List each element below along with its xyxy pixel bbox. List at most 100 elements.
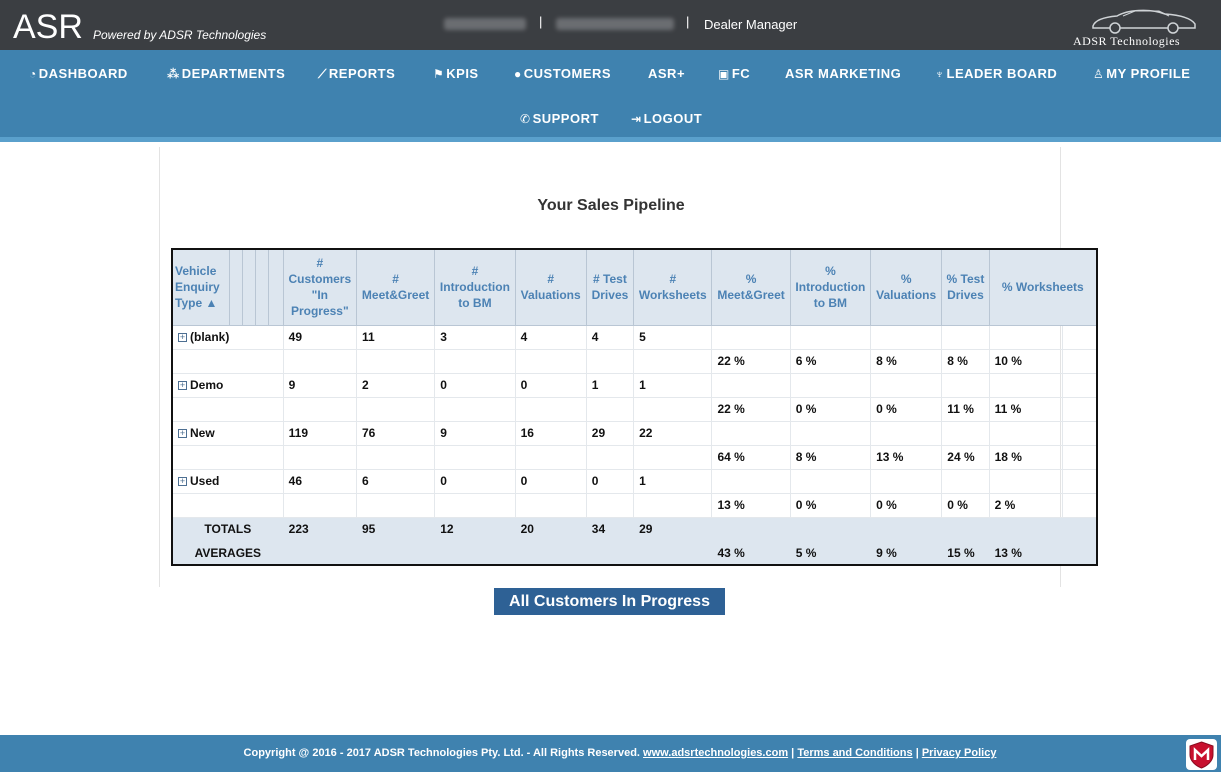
- empty-header: [228, 248, 243, 326]
- empty-cell: [171, 348, 284, 374]
- col-header[interactable]: # Test Drives: [585, 248, 635, 326]
- nav-leader-board-label: LEADER BOARD: [946, 66, 1058, 81]
- col-header[interactable]: % Meet&Greet: [711, 248, 791, 326]
- empty-cell: [171, 492, 284, 518]
- nav-reports-label: REPORTS: [328, 66, 396, 81]
- nav-asr-marketing-label: ASR MARKETING: [785, 66, 902, 81]
- col-header[interactable]: # Meet&Greet: [355, 248, 436, 326]
- col-header[interactable]: % Valuations: [870, 248, 943, 326]
- mcafee-shield-icon[interactable]: [1186, 739, 1217, 770]
- nav-my-profile[interactable]: ♙ MY PROFILE: [1093, 66, 1190, 81]
- main-nav: ◔ DASHBOARD ⁂ DEPARTMENTS ⟋ REPORTS ⚑ KPIS ●…: [0, 50, 1221, 142]
- count-cell: 49: [282, 324, 357, 350]
- footer-separator: |: [791, 747, 795, 759]
- empty-cell: [941, 420, 990, 446]
- empty-cell: [941, 324, 990, 350]
- pct-cell: 24 %: [941, 444, 990, 470]
- pct-cell: 11 %: [941, 396, 990, 422]
- col-header[interactable]: % Worksheets: [988, 248, 1098, 326]
- col-header[interactable]: # Worksheets: [633, 248, 713, 326]
- user-icon: ♙: [1093, 67, 1105, 81]
- total-cell: 29: [633, 516, 713, 542]
- nav-leader-board[interactable]: ♆ LEADER BOARD: [935, 66, 1057, 81]
- nav-asr-marketing[interactable]: ASR MARKETING: [785, 66, 901, 81]
- count-cell: 22: [633, 420, 713, 446]
- nav-fc[interactable]: ▣ FC: [718, 66, 750, 81]
- pct-cell: 0 %: [870, 492, 943, 518]
- row-label-cell[interactable]: + Demo: [171, 372, 284, 398]
- brand-logo: ADSR Technologies: [1073, 6, 1203, 48]
- car-logo-icon: [1092, 9, 1196, 34]
- empty-cell: [434, 444, 516, 470]
- pct-cell: 11 %: [988, 396, 1063, 422]
- average-cell: 43 %: [711, 540, 791, 566]
- all-customers-in-progress-button[interactable]: All Customers In Progress: [494, 588, 725, 615]
- row-label-cell[interactable]: + Used: [171, 468, 284, 494]
- nav-reports[interactable]: ⟋ REPORTS: [318, 66, 395, 82]
- pct-cell: 6 %: [789, 348, 872, 374]
- pct-cell: 18 %: [988, 444, 1063, 470]
- terms-link[interactable]: Terms and Conditions: [797, 747, 912, 759]
- website-link[interactable]: www.adsrtechnologies.com: [643, 747, 788, 759]
- count-cell: 5: [633, 324, 713, 350]
- count-cell: 3: [434, 324, 516, 350]
- expand-icon[interactable]: +: [178, 381, 187, 390]
- empty-cell: [789, 516, 872, 542]
- row-label-cell[interactable]: + (blank): [171, 324, 284, 350]
- pct-cell: 22 %: [711, 396, 791, 422]
- empty-cell: [1061, 468, 1098, 494]
- col-header[interactable]: # Introduction to BM: [434, 248, 516, 326]
- pct-cell: 13 %: [870, 444, 943, 470]
- col-header[interactable]: # Customers "In Progress": [282, 248, 357, 326]
- empty-cell: [1061, 492, 1098, 518]
- empty-cell: [434, 348, 516, 374]
- empty-cell: [633, 396, 713, 422]
- count-cell: 4: [585, 324, 635, 350]
- count-cell: 0: [434, 372, 516, 398]
- col-header[interactable]: % Test Drives: [941, 248, 990, 326]
- footer: Copyright @ 2016 - 2017 ADSR Technologie…: [0, 735, 1221, 772]
- col-header[interactable]: # Valuations: [514, 248, 587, 326]
- trophy-icon: ♆: [935, 67, 945, 81]
- nav-kpis[interactable]: ⚑ KPIS: [433, 66, 479, 81]
- pct-cell: 0 %: [789, 492, 872, 518]
- nav-customers[interactable]: ● CUSTOMERS: [514, 66, 611, 81]
- nav-logout[interactable]: ⇥ LOGOUT: [631, 111, 702, 126]
- count-cell: 0: [514, 372, 587, 398]
- row-label-cell[interactable]: + New: [171, 420, 284, 446]
- empty-cell: [633, 444, 713, 470]
- empty-cell: [870, 468, 943, 494]
- empty-cell: [633, 492, 713, 518]
- empty-cell: [870, 420, 943, 446]
- expand-icon[interactable]: +: [178, 429, 187, 438]
- count-cell: 1: [633, 372, 713, 398]
- empty-cell: [585, 444, 635, 470]
- empty-cell: [434, 540, 516, 566]
- empty-cell: [514, 396, 587, 422]
- nav-asr-plus[interactable]: ASR+: [648, 66, 685, 81]
- averages-label: AVERAGES: [171, 540, 284, 566]
- count-cell: 4: [514, 324, 587, 350]
- sitemap-icon: ⁂: [167, 67, 180, 81]
- copyright-text: Copyright @ 2016 - 2017 ADSR Technologie…: [243, 747, 640, 759]
- empty-cell: [434, 396, 516, 422]
- sales-pipeline-table: Vehicle Enquiry Type ▲ # Customers "In P…: [171, 248, 1098, 566]
- count-cell: 46: [282, 468, 357, 494]
- nav-dashboard[interactable]: ◔ DASHBOARD: [29, 66, 128, 81]
- expand-icon[interactable]: +: [178, 333, 187, 342]
- header-separator: |: [539, 14, 543, 29]
- empty-cell: [789, 372, 872, 398]
- dealer-name-redacted: [556, 18, 674, 30]
- empty-cell: [941, 372, 990, 398]
- nav-departments[interactable]: ⁂ DEPARTMENTS: [167, 66, 285, 81]
- col-vehicle-enquiry-type[interactable]: Vehicle Enquiry Type ▲: [171, 248, 230, 326]
- nav-support[interactable]: ✆ SUPPORT: [520, 111, 599, 126]
- empty-cell: [870, 324, 943, 350]
- col-header[interactable]: % Introduction to BM: [789, 248, 872, 326]
- count-cell: 29: [585, 420, 635, 446]
- count-cell: 6: [355, 468, 436, 494]
- empty-cell: [355, 396, 436, 422]
- empty-cell: [282, 540, 357, 566]
- privacy-link[interactable]: Privacy Policy: [922, 747, 997, 759]
- expand-icon[interactable]: +: [178, 477, 187, 486]
